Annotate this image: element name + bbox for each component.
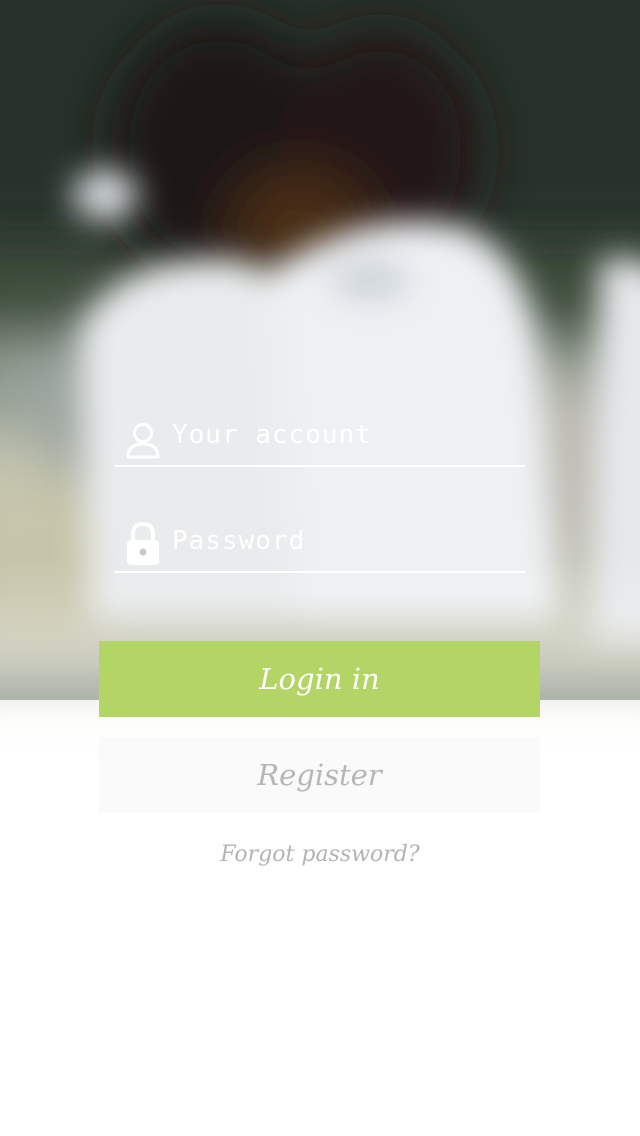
forgot-password-link[interactable]: Forgot password?	[0, 842, 640, 876]
lock-icon	[124, 521, 162, 565]
account-field-group	[114, 405, 525, 467]
login-screen: Login in Register Forgot password?	[0, 0, 640, 1136]
user-icon	[124, 421, 162, 465]
login-button[interactable]: Login in	[99, 641, 540, 717]
account-input[interactable]	[172, 415, 519, 455]
password-underline	[114, 571, 525, 573]
account-underline	[114, 465, 525, 467]
password-field-group	[114, 511, 525, 573]
password-input[interactable]	[172, 521, 519, 561]
register-button[interactable]: Register	[99, 737, 540, 813]
